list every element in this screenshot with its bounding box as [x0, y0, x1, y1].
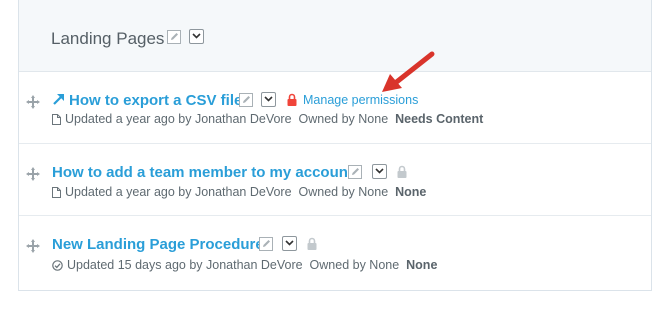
chevron-down-icon	[264, 96, 273, 102]
checklist-icon	[52, 260, 63, 271]
list-item: How to add a team member to my account U…	[19, 144, 651, 216]
edit-icon[interactable]	[239, 93, 253, 107]
updated-text: Updated 15 days ago by Jonathan DeVore	[67, 258, 303, 272]
section-title: Landing Pages	[51, 29, 165, 48]
list-item: New Landing Page Procedure Updated 15 da…	[19, 216, 651, 288]
owner-text: Owned by None	[309, 258, 400, 272]
updated-text: Updated a year ago by Jonathan DeVore	[65, 112, 292, 126]
chevron-down-icon	[192, 33, 201, 39]
list-item: How to export a CSV file Manage permissi…	[19, 72, 651, 144]
document-icon	[52, 114, 61, 125]
owner-text: Owned by None	[298, 185, 389, 199]
chevron-down-icon	[375, 168, 384, 174]
page-options-dropdown[interactable]	[261, 92, 276, 107]
lock-icon[interactable]	[287, 93, 297, 106]
section-options-dropdown[interactable]	[189, 29, 204, 44]
page-title-link[interactable]: How to export a CSV file	[69, 92, 242, 109]
drag-handle-icon[interactable]	[25, 166, 41, 182]
updated-text: Updated a year ago by Jonathan DeVore	[65, 185, 292, 199]
page-options-dropdown[interactable]	[282, 236, 297, 251]
edit-icon[interactable]	[167, 30, 181, 44]
edit-icon[interactable]	[259, 237, 273, 251]
status-text: None	[406, 258, 438, 272]
external-link-icon	[53, 94, 64, 105]
landing-pages-panel: Landing Pages How to export a CSV file M…	[18, 0, 652, 291]
status-text: Needs Content	[395, 112, 484, 126]
lock-icon[interactable]	[307, 237, 317, 250]
page-meta: Updated a year ago by Jonathan DeVore Ow…	[52, 185, 426, 199]
page-options-dropdown[interactable]	[372, 164, 387, 179]
page-meta: Updated a year ago by Jonathan DeVore Ow…	[52, 112, 483, 126]
drag-handle-icon[interactable]	[25, 238, 41, 254]
annotation-arrow-icon	[382, 51, 435, 92]
owner-text: Owned by None	[298, 112, 389, 126]
drag-handle-icon[interactable]	[25, 94, 41, 110]
page-title-link[interactable]: How to add a team member to my account	[52, 164, 353, 181]
status-text: None	[395, 185, 427, 199]
document-icon	[52, 187, 61, 198]
section-header: Landing Pages	[19, 0, 651, 72]
page-title-link[interactable]: New Landing Page Procedure	[52, 236, 264, 253]
page-meta: Updated 15 days ago by Jonathan DeVore O…	[52, 258, 437, 272]
lock-icon[interactable]	[397, 165, 407, 178]
chevron-down-icon	[285, 240, 294, 246]
edit-icon[interactable]	[348, 165, 362, 179]
